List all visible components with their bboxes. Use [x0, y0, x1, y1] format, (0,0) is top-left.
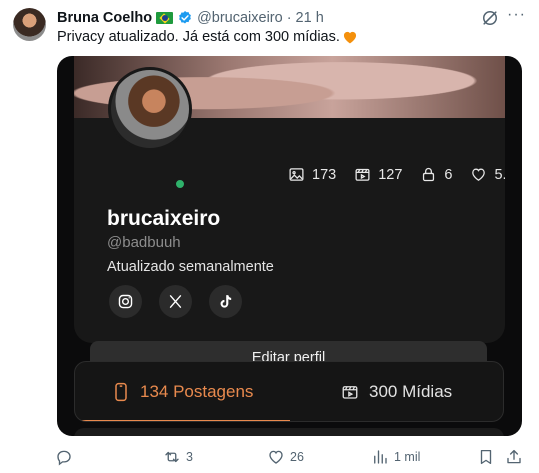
- views-count: 1 mil: [394, 450, 421, 464]
- card-bottom-edge: [74, 428, 504, 436]
- profile-tabs: 134 Postagens 300 Mídias: [74, 361, 504, 422]
- retweet-count: 3: [186, 450, 193, 464]
- profile-card: 173 127 6 5 brucaixeiro @badbuuh Atualiz…: [74, 56, 505, 343]
- tiktok-icon: [220, 295, 232, 308]
- photos-stat: 173: [288, 166, 336, 183]
- tweet-text: Privacy atualizado. Já está com 300 mídi…: [57, 29, 340, 45]
- share-icon: [507, 449, 521, 464]
- like-button[interactable]: 26: [267, 447, 304, 467]
- tweet-media-image[interactable]: 173 127 6 5 brucaixeiro @badbuuh Atualiz…: [57, 56, 522, 436]
- bookmark-button[interactable]: [477, 447, 495, 467]
- phone-icon: [115, 382, 127, 401]
- x-icon: [169, 295, 182, 308]
- lock-icon: [423, 167, 435, 182]
- profile-handle: @badbuuh: [107, 234, 181, 251]
- views-button[interactable]: 1 mil: [371, 447, 420, 467]
- social-links: [109, 285, 242, 318]
- reply-icon: [57, 450, 71, 466]
- videos-count: 127: [378, 166, 403, 183]
- more-options-icon[interactable]: ···: [507, 6, 526, 24]
- like-count: 26: [290, 450, 304, 464]
- retweet-icon: [165, 451, 179, 463]
- profile-username: brucaixeiro: [107, 207, 221, 230]
- profile-stats: 173 127 6 5: [288, 166, 505, 183]
- tab-posts: 134 Postagens: [112, 362, 253, 421]
- video-clapper-icon: [355, 168, 370, 181]
- tweet-header: Bruna Coelho @brucaixeiro · 21 h: [57, 8, 324, 28]
- media-clapper-icon: [342, 385, 358, 399]
- photo-icon: [289, 168, 304, 181]
- like-heart-icon: [269, 450, 283, 464]
- tweet-time[interactable]: 21 h: [296, 10, 324, 26]
- tab-posts-label: 134 Postagens: [140, 381, 254, 401]
- retweet-button[interactable]: 3: [163, 447, 193, 467]
- locked-count: 6: [444, 166, 453, 183]
- tweet[interactable]: Bruna Coelho @brucaixeiro · 21 h ··· Pri…: [0, 0, 539, 473]
- views-chart-icon: [374, 450, 387, 464]
- reply-button[interactable]: [55, 447, 78, 467]
- profile-bio: Atualizado semanalmente: [107, 259, 274, 275]
- tweet-text-row: Privacy atualizado. Já está com 300 mídi…: [57, 27, 358, 47]
- orange-heart-icon: [343, 31, 356, 44]
- verified-badge-icon: [179, 11, 191, 24]
- videos-stat: 127: [354, 166, 402, 183]
- separator-dot: ·: [286, 10, 292, 26]
- brazil-flag-icon: [156, 12, 174, 24]
- author-name[interactable]: Bruna Coelho: [57, 10, 152, 26]
- instagram-icon: [118, 294, 133, 309]
- likes-count: 5.2K: [494, 166, 505, 183]
- bookmark-icon: [480, 449, 492, 465]
- heart-outline-icon: [472, 168, 486, 181]
- profile-picture: [108, 67, 192, 151]
- tab-media: 300 Mídias: [341, 362, 452, 421]
- author-handle[interactable]: @brucaixeiro: [197, 10, 283, 26]
- tab-media-label: 300 Mídias: [369, 381, 453, 401]
- active-tab-indicator: [75, 420, 290, 421]
- author-avatar[interactable]: [13, 8, 46, 41]
- x-button: [159, 285, 192, 318]
- instagram-button: [109, 285, 142, 318]
- tweet-actions: 3 26 1 mil: [55, 447, 525, 467]
- likes-stat: 5.2K: [470, 166, 505, 183]
- locked-stat: 6: [420, 166, 452, 183]
- grok-icon[interactable]: [480, 8, 500, 28]
- share-button[interactable]: [505, 447, 523, 467]
- tiktok-button: [209, 285, 242, 318]
- online-status-dot: [174, 178, 186, 190]
- photos-count: 173: [312, 166, 337, 183]
